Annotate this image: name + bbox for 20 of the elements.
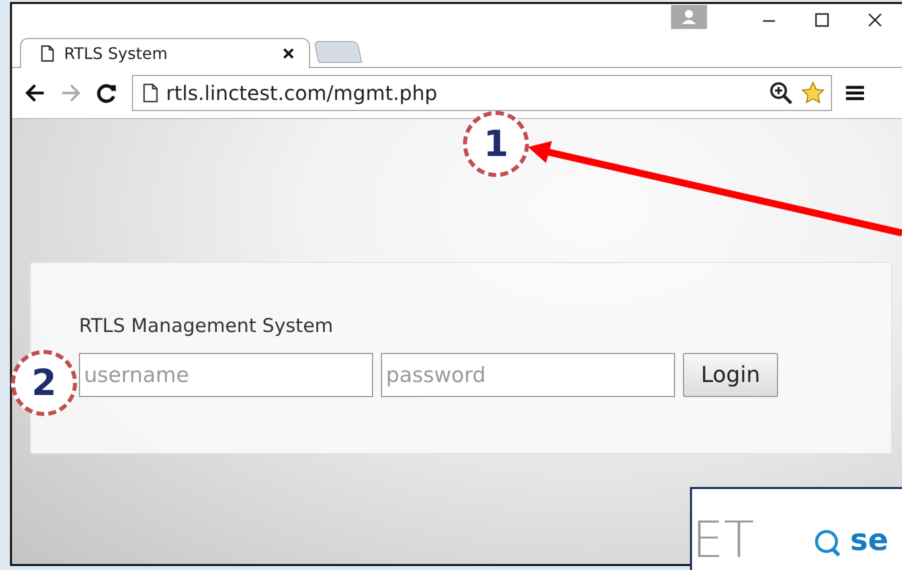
- logo-text: ET: [692, 515, 754, 565]
- search-label: se: [850, 523, 888, 558]
- maximize-icon[interactable]: [814, 12, 830, 28]
- tab-title: RTLS System: [64, 44, 169, 63]
- zoom-icon[interactable]: [769, 81, 793, 105]
- page-icon: [143, 83, 158, 103]
- close-icon[interactable]: [867, 12, 883, 28]
- star-icon[interactable]: [801, 81, 825, 105]
- reload-icon[interactable]: [96, 82, 118, 104]
- password-field[interactable]: password: [381, 353, 675, 397]
- close-icon[interactable]: [282, 47, 295, 60]
- address-bar[interactable]: rtls.linctest.com/mgmt.php: [132, 75, 832, 111]
- menu-icon[interactable]: [846, 84, 864, 102]
- card-title: RTLS Management System: [79, 315, 334, 337]
- browser-tab[interactable]: RTLS System: [20, 38, 310, 68]
- page-icon: [41, 45, 54, 62]
- url-text: rtls.linctest.com/mgmt.php: [166, 81, 438, 105]
- username-field[interactable]: username: [79, 353, 373, 397]
- back-arrow-icon[interactable]: [24, 82, 46, 104]
- login-button[interactable]: Login: [683, 353, 778, 397]
